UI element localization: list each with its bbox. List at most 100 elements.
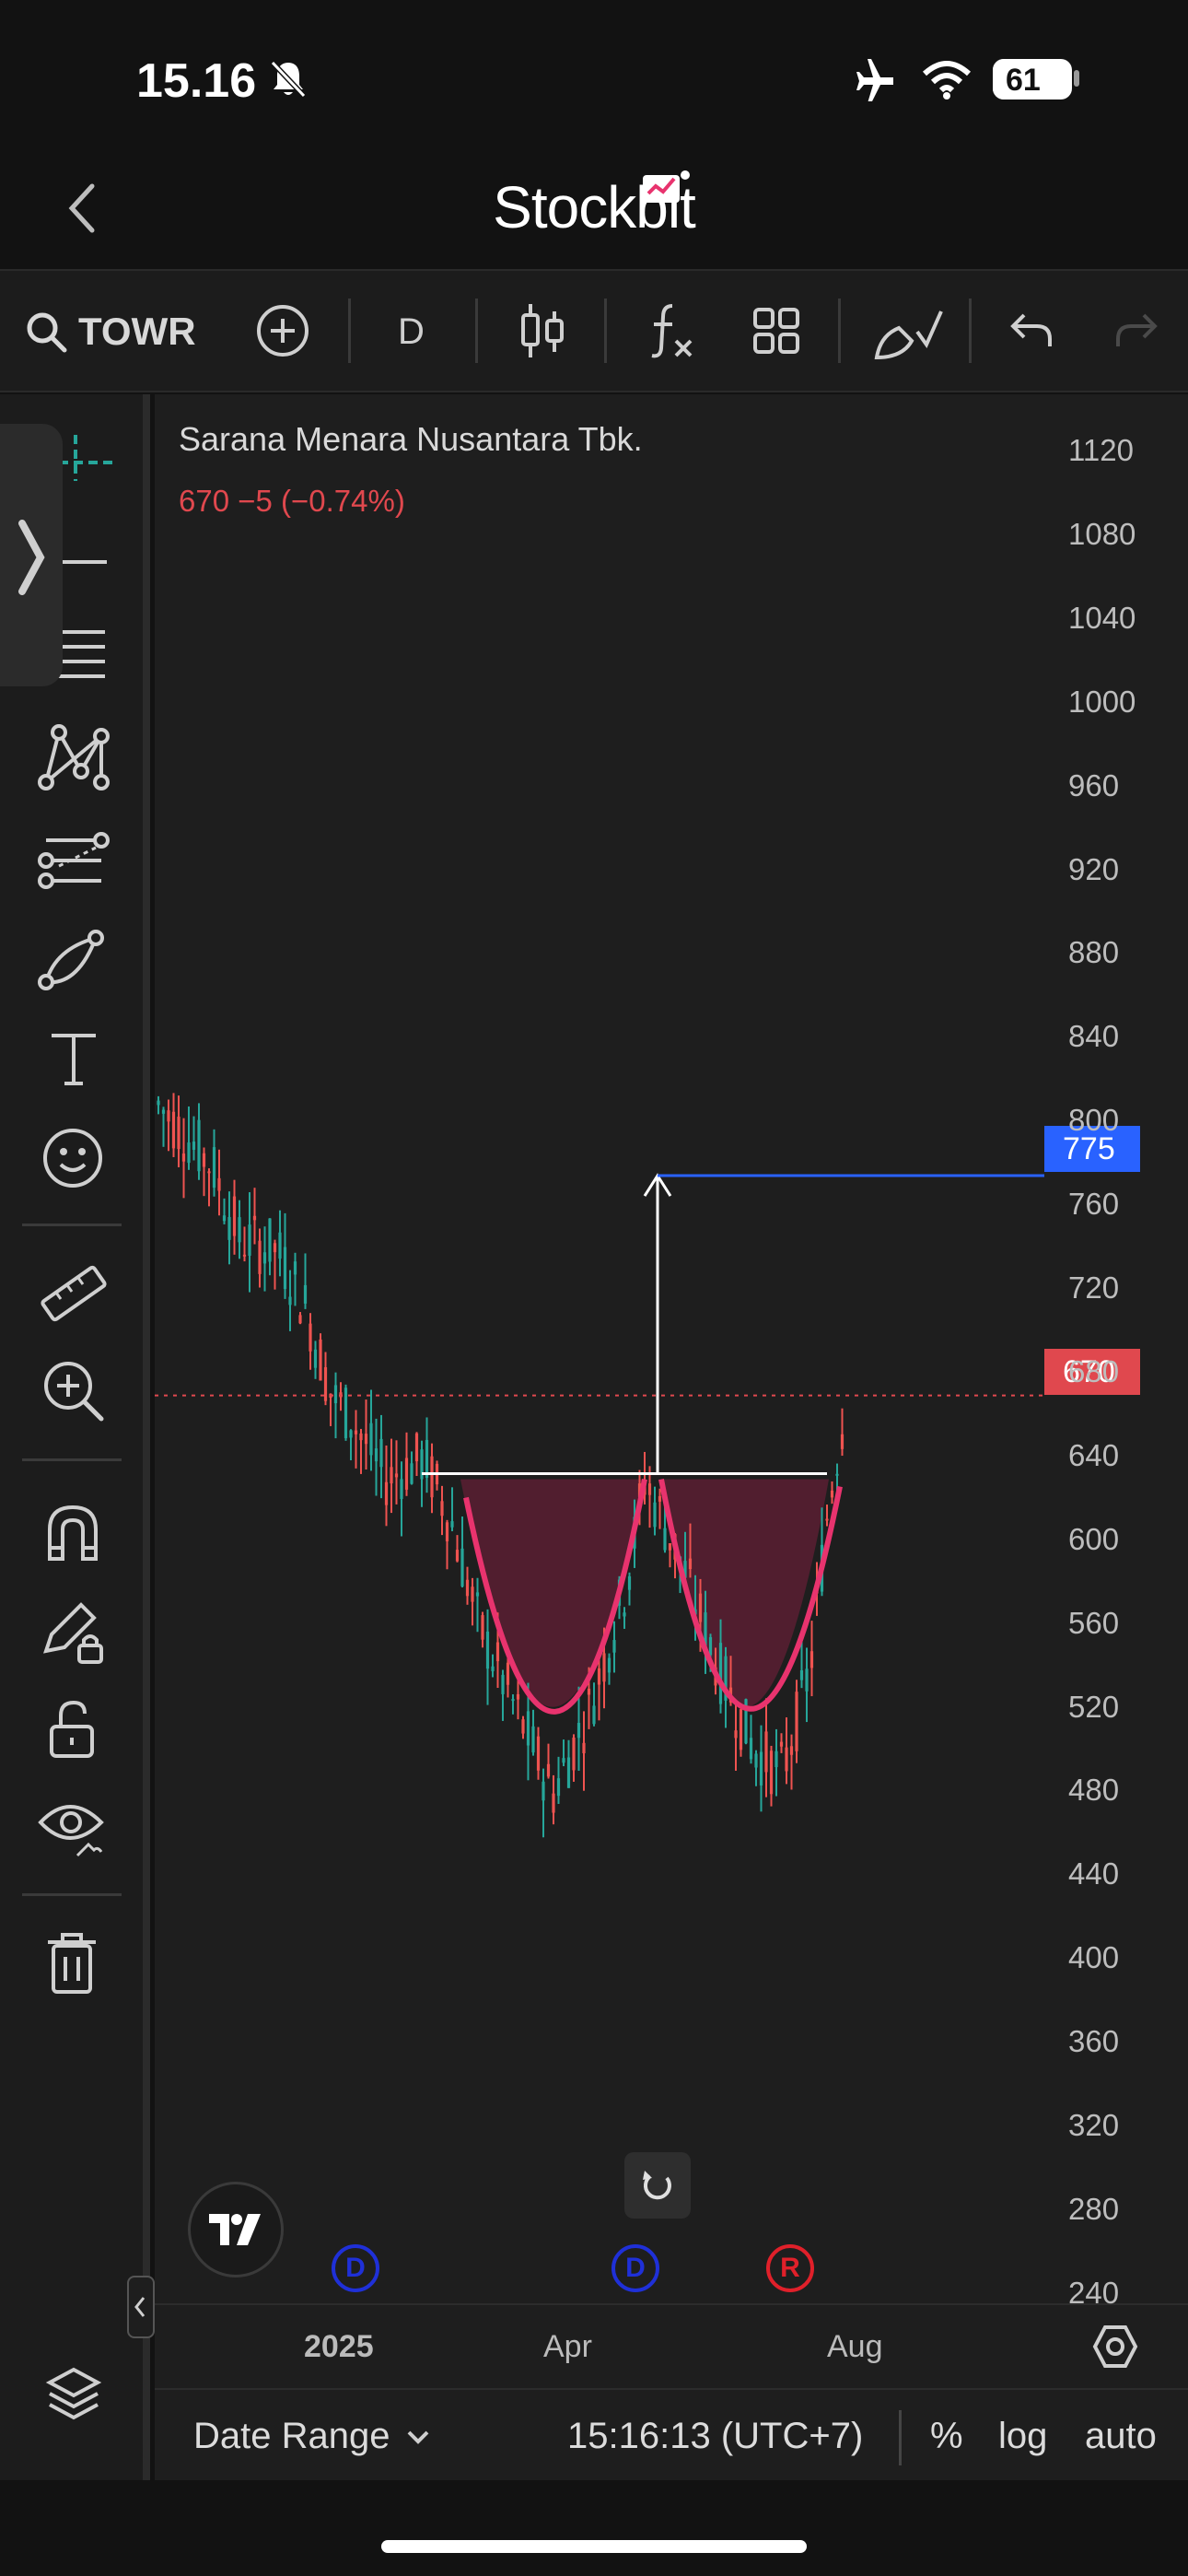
candle-body: [809, 1651, 814, 1669]
candle-body: [785, 1747, 788, 1772]
percent-toggle[interactable]: %: [930, 2416, 963, 2457]
price-tick: 920: [1068, 851, 1120, 886]
candle-body: [597, 1668, 601, 1685]
candle-body: [577, 1723, 581, 1739]
log-toggle[interactable]: log: [998, 2416, 1047, 2457]
candle-body: [516, 1693, 520, 1700]
home-indicator[interactable]: [381, 2540, 807, 2553]
candle-body: [369, 1423, 373, 1456]
price-tick: 880: [1068, 935, 1120, 970]
chevron-left-icon: [134, 2297, 146, 2317]
candle-body: [309, 1323, 312, 1352]
candle-body: [344, 1388, 348, 1439]
candle-body: [273, 1243, 277, 1253]
candle-body: [248, 1224, 251, 1256]
candle-body: [157, 1100, 160, 1106]
candle-body: [242, 1254, 247, 1257]
candle-body: [364, 1434, 368, 1445]
stock-name: Sarana Menara Nusantara Tbk.: [179, 420, 643, 458]
price-tick: 1040: [1068, 600, 1136, 635]
candle-body: [222, 1215, 227, 1222]
candle-body: [749, 1738, 753, 1760]
expand-panel-tab[interactable]: [127, 2276, 155, 2338]
candle-body: [394, 1473, 399, 1478]
candle-body: [450, 1521, 454, 1528]
candle-body: [759, 1751, 763, 1786]
candle-body: [769, 1751, 774, 1795]
rotate-icon: [643, 2171, 671, 2200]
candle-body: [688, 1558, 693, 1570]
price-tick: 680: [1068, 1353, 1120, 1388]
price-tick: 840: [1068, 1019, 1120, 1054]
candle-body: [227, 1217, 231, 1240]
price-tick: 280: [1068, 2191, 1120, 2226]
candle-body: [217, 1177, 221, 1191]
candle-body: [288, 1296, 292, 1306]
candle-body: [734, 1730, 738, 1739]
chart-bottom-bar: Date Range 15:16:13 (UTC+7) % log auto: [155, 2388, 1188, 2482]
candle-body: [840, 1434, 844, 1449]
candle-body: [562, 1758, 565, 1763]
candle-body: [491, 1666, 495, 1671]
clock-timezone[interactable]: 15:16:13 (UTC+7): [567, 2416, 863, 2457]
date-range-button[interactable]: Date Range: [193, 2416, 390, 2457]
candle-body: [623, 1612, 626, 1617]
candle-body: [445, 1522, 449, 1541]
candle-body: [167, 1110, 170, 1122]
candle-body: [323, 1367, 328, 1401]
price-tick: 520: [1068, 1689, 1120, 1724]
candle-body: [582, 1742, 586, 1754]
candle-body: [542, 1781, 545, 1801]
candle-body: [333, 1385, 338, 1404]
candle-body: [232, 1196, 237, 1236]
candle-body: [404, 1458, 409, 1490]
candle-body: [354, 1430, 358, 1434]
tradingview-logo[interactable]: [188, 2182, 284, 2277]
price-tick: 320: [1068, 2108, 1120, 2142]
candle-body: [252, 1215, 257, 1221]
price-tick: 440: [1068, 1856, 1120, 1891]
auto-toggle[interactable]: auto: [1085, 2416, 1157, 2457]
candle-body: [440, 1501, 444, 1516]
home-area: [0, 2480, 1188, 2576]
candle-body: [298, 1315, 302, 1324]
price-tick: 400: [1068, 1940, 1120, 1975]
candle-body: [471, 1587, 474, 1602]
candle-body: [171, 1111, 176, 1149]
candle-body: [799, 1670, 804, 1680]
candle-body: [668, 1542, 672, 1551]
candle-body: [830, 1490, 834, 1498]
tradingview-icon: [209, 2214, 261, 2245]
event-marker[interactable]: D: [611, 2244, 659, 2292]
price-tick: 560: [1068, 1605, 1120, 1640]
chart-settings-icon[interactable]: [1092, 2324, 1138, 2370]
candle-body: [319, 1339, 322, 1381]
candle-body: [627, 1575, 632, 1590]
candle-body: [698, 1593, 703, 1622]
candle-body: [425, 1439, 429, 1479]
candle-body: [612, 1640, 616, 1653]
candle-body: [663, 1528, 667, 1551]
candle-body: [647, 1483, 652, 1495]
candle-body: [374, 1448, 379, 1462]
candle-body: [283, 1247, 287, 1290]
candle-body: [835, 1473, 839, 1476]
price-tick: 960: [1068, 767, 1120, 802]
candle-body: [384, 1481, 389, 1505]
bottom-divider: [899, 2410, 902, 2465]
candle-body: [825, 1518, 829, 1521]
candle-body: [379, 1438, 383, 1468]
candle-body: [465, 1579, 470, 1597]
candle-body: [779, 1741, 784, 1747]
price-tick: 760: [1068, 1187, 1120, 1222]
candle-body: [238, 1217, 241, 1243]
price-tick: 600: [1068, 1521, 1120, 1556]
candle-body: [506, 1662, 510, 1685]
price-tick: 1000: [1068, 684, 1136, 719]
candle-body: [197, 1119, 201, 1172]
candle-body: [359, 1433, 363, 1441]
event-marker[interactable]: D: [332, 2244, 379, 2292]
event-marker[interactable]: R: [766, 2244, 814, 2292]
reset-chart-button[interactable]: [624, 2152, 691, 2219]
candle-body: [653, 1502, 657, 1528]
